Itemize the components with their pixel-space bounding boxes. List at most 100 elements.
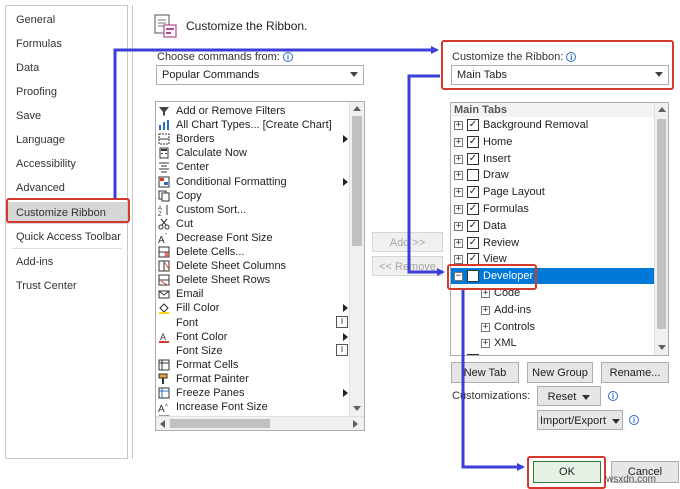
command-item-delete-sheet-rows[interactable]: Delete Sheet Rows [156, 273, 348, 287]
command-label: Font Size [176, 344, 223, 357]
scroll-down-icon[interactable] [658, 345, 666, 350]
nav-item-data[interactable]: Data [6, 57, 127, 79]
expand-icon[interactable]: + [454, 238, 463, 248]
new-tab-button[interactable]: New Tab [451, 362, 519, 383]
scroll-right-icon[interactable] [353, 420, 358, 428]
tab-checkbox[interactable]: ✓ [467, 236, 479, 249]
nav-item-general[interactable]: General [6, 9, 127, 31]
tab-checkbox[interactable]: ✓ [467, 135, 479, 148]
tab-label: Review [483, 236, 520, 249]
scissors-icon [158, 218, 170, 230]
command-item-font-color[interactable]: A Font Color [156, 330, 348, 344]
sort-icon: AZ [158, 204, 168, 216]
scrollbar-thumb[interactable] [657, 119, 666, 329]
nav-item-trust-center[interactable]: Trust Center [6, 275, 127, 297]
tab-item-data[interactable]: + ✓ Data [451, 218, 654, 234]
expand-icon[interactable]: + [454, 154, 463, 164]
new-group-button[interactable]: New Group [527, 362, 593, 383]
command-item-borders[interactable]: Borders [156, 132, 348, 146]
nav-item-proofing[interactable]: Proofing [6, 81, 127, 103]
choose-commands-dropdown[interactable]: Popular Commands [156, 65, 364, 85]
ribbon-tabs-tree[interactable]: Main Tabs + ✓ Background Removal + ✓ Home + ✓ In… [450, 102, 669, 356]
tabs-vertical-scrollbar[interactable] [654, 103, 668, 355]
scrollbar-thumb[interactable] [170, 419, 270, 428]
command-item-all-chart-types-create-chart[interactable]: All Chart Types... [Create Chart] [156, 118, 348, 132]
tab-item-review[interactable]: + ✓ Review [451, 235, 654, 251]
command-item-delete-cells[interactable]: Delete Cells... [156, 245, 348, 259]
rename-button[interactable]: Rename... [601, 362, 669, 383]
tab-label: Page Layout [483, 186, 545, 199]
tab-checkbox[interactable]: ✓ [467, 186, 479, 199]
command-item-center[interactable]: Center [156, 160, 348, 174]
command-item-increase-font-size[interactable]: A ^ Increase Font Size [156, 400, 348, 414]
info-icon[interactable]: i [608, 391, 618, 401]
tab-item-draw[interactable]: + Draw [451, 167, 654, 183]
command-item-decrease-font-size[interactable]: A ˇ Decrease Font Size [156, 231, 348, 245]
expand-icon[interactable]: + [481, 289, 490, 298]
tab-item-add-ins[interactable]: ✓ Add-ins [451, 352, 654, 355]
tab-item-formulas[interactable]: + ✓ Formulas [451, 201, 654, 217]
nav-item-formulas[interactable]: Formulas [6, 33, 127, 55]
expand-icon[interactable]: + [454, 121, 463, 130]
scroll-up-icon[interactable] [353, 106, 361, 111]
freeze-panes-icon [158, 387, 170, 399]
nav-item-advanced[interactable]: Advanced [6, 177, 127, 199]
command-item-font[interactable]: Font I [156, 315, 348, 330]
nav-item-save[interactable]: Save [6, 105, 127, 127]
command-item-fill-color[interactable]: Fill Color [156, 301, 348, 315]
scroll-up-icon[interactable] [658, 107, 666, 112]
command-item-calculate-now[interactable]: Calculate Now [156, 146, 348, 160]
svg-text:A: A [158, 404, 165, 413]
expand-icon[interactable]: + [481, 322, 490, 332]
command-item-add-or-remove-filters[interactable]: Add or Remove Filters [156, 104, 348, 118]
commands-vertical-scrollbar[interactable] [349, 102, 364, 416]
expand-icon[interactable]: + [454, 171, 463, 181]
tab-item-controls[interactable]: + Controls [451, 319, 654, 335]
command-label: Fill Color [176, 302, 220, 315]
reset-button[interactable]: Reset [537, 386, 601, 406]
expand-icon[interactable]: + [454, 221, 463, 231]
scrollbar-thumb[interactable] [352, 116, 362, 246]
commands-horizontal-scrollbar[interactable] [156, 416, 364, 430]
expand-icon[interactable]: + [454, 137, 463, 147]
command-item-custom-sort[interactable]: A Z Custom Sort... [156, 203, 348, 217]
command-item-font-size[interactable]: Font Size I [156, 343, 348, 358]
tab-checkbox[interactable] [467, 169, 479, 182]
command-item-format-cells[interactable]: Format Cells [156, 358, 348, 372]
command-label: Custom Sort... [176, 203, 247, 216]
command-item-format-painter[interactable]: Format Painter [156, 372, 348, 386]
info-icon[interactable]: i [629, 415, 639, 425]
command-item-freeze-panes[interactable]: Freeze Panes [156, 386, 348, 400]
tab-checkbox[interactable]: ✓ [467, 152, 479, 165]
command-item-cut[interactable]: Cut [156, 217, 348, 231]
expand-icon[interactable]: + [454, 188, 463, 198]
remove-button[interactable]: << Remove [372, 256, 443, 276]
commands-list[interactable]: Add or Remove Filters All Chart Types... … [155, 101, 365, 431]
expand-icon[interactable]: + [481, 339, 490, 349]
tab-item-add-ins[interactable]: + Add-ins [451, 302, 654, 318]
tab-item-home[interactable]: + ✓ Home [451, 134, 654, 150]
expand-icon[interactable]: + [481, 305, 490, 315]
nav-item-add-ins[interactable]: Add-ins [6, 251, 127, 273]
info-icon[interactable]: i [282, 52, 293, 63]
command-item-email[interactable]: Email [156, 287, 348, 301]
add-button[interactable]: Add >> [372, 232, 443, 252]
command-item-delete-sheet-columns[interactable]: Delete Sheet Columns [156, 259, 348, 273]
nav-item-quick-access-toolbar[interactable]: Quick Access Toolbar [6, 226, 127, 248]
tab-checkbox[interactable]: ✓ [467, 354, 479, 355]
import-export-button[interactable]: Import/Export [537, 410, 623, 430]
nav-item-language[interactable]: Language [6, 129, 127, 151]
command-item-conditional-formatting[interactable]: Conditional Formatting [156, 175, 348, 189]
expand-icon[interactable]: + [454, 205, 463, 214]
tab-checkbox[interactable]: ✓ [467, 219, 479, 232]
tab-checkbox[interactable]: ✓ [467, 203, 479, 215]
tab-item-insert[interactable]: + ✓ Insert [451, 151, 654, 167]
command-item-copy[interactable]: Copy [156, 189, 348, 203]
tab-checkbox[interactable]: ✓ [467, 119, 479, 131]
scroll-left-icon[interactable] [160, 420, 165, 428]
tab-item-xml[interactable]: + XML [451, 335, 654, 351]
scroll-down-icon[interactable] [353, 406, 361, 411]
tab-item-page-layout[interactable]: + ✓ Page Layout [451, 184, 654, 200]
nav-item-accessibility[interactable]: Accessibility [6, 153, 127, 175]
tab-item-background-removal[interactable]: + ✓ Background Removal [451, 117, 654, 133]
